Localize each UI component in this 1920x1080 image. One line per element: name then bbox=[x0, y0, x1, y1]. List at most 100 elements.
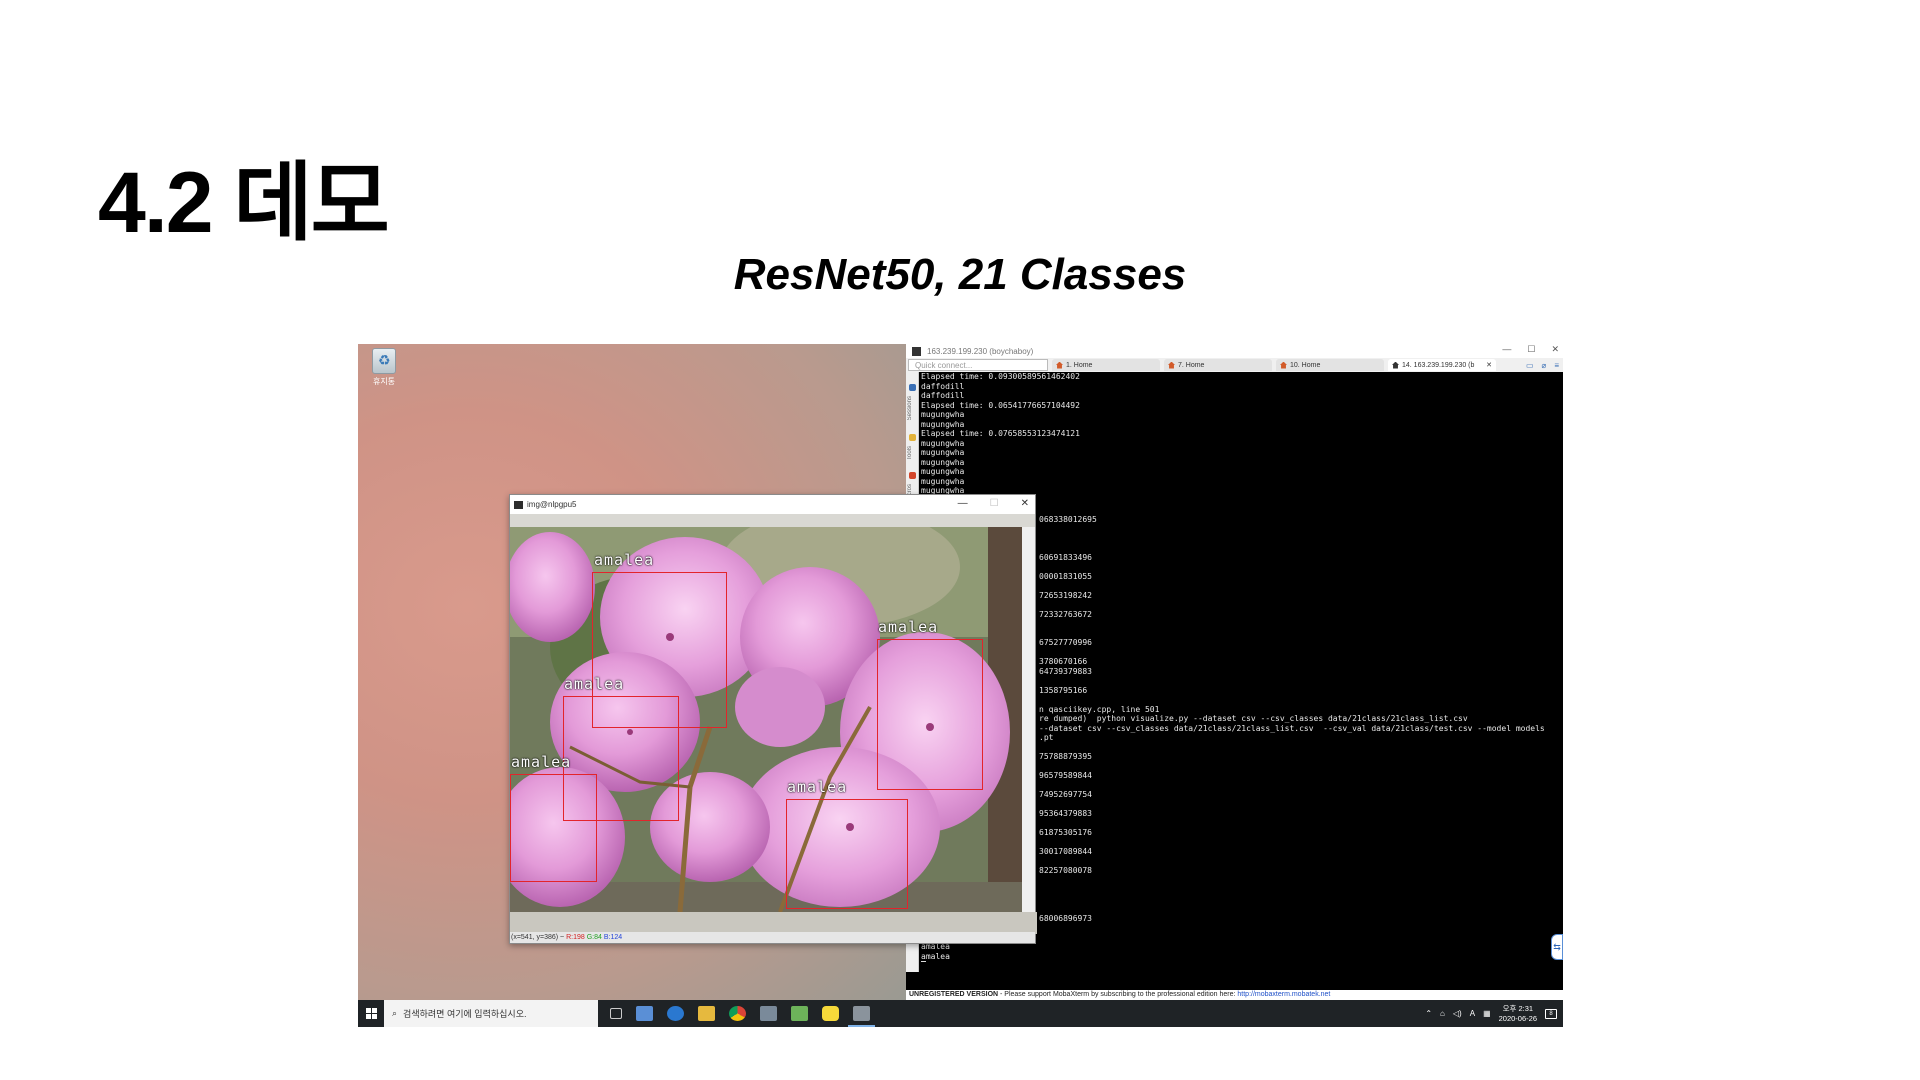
kakaotalk-icon[interactable] bbox=[822, 1006, 839, 1021]
people-icon[interactable] bbox=[636, 1006, 653, 1021]
detection-label: amalea bbox=[787, 778, 848, 796]
terminal-line: mugungwha bbox=[921, 438, 965, 448]
tab-label: 10. Home bbox=[1290, 361, 1321, 369]
remote-desktop-icon[interactable] bbox=[760, 1006, 777, 1021]
star-icon bbox=[909, 434, 916, 441]
menu-icon[interactable]: ≡ bbox=[1554, 361, 1559, 370]
start-button[interactable] bbox=[358, 1000, 384, 1027]
clock-date: 2020-06-26 bbox=[1498, 1013, 1537, 1023]
keyboard-icon[interactable]: ▦ bbox=[1483, 1009, 1491, 1018]
home-icon bbox=[1056, 361, 1063, 369]
home-icon bbox=[1168, 361, 1175, 369]
slide-title: 4.2 데모 bbox=[98, 155, 390, 251]
maximize-icon[interactable]: ☐ bbox=[990, 498, 999, 509]
terminal-window-title: 163.239.199.230 (boychaboy) bbox=[927, 346, 1034, 356]
image-viewer-title: img@nlpgpu5 bbox=[527, 500, 577, 509]
detection-label: amalea bbox=[594, 551, 655, 569]
terminal-line: mugungwha bbox=[921, 419, 965, 429]
taskbar: ⌕ 검색하려면 여기에 입력하십시오. ⌃ ⌂ ◁) A ▦ 오후 2:31 2… bbox=[358, 1000, 1563, 1027]
volume-icon[interactable]: ◁) bbox=[1453, 1009, 1462, 1018]
search-placeholder: 검색하려면 여기에 입력하십시오. bbox=[403, 1009, 527, 1019]
detection-label: amalea bbox=[878, 618, 939, 636]
terminal-cursor-line bbox=[921, 961, 1563, 962]
image-viewer-window: img@nlpgpu5 — ☐ ✕ amalea amalea amalea a… bbox=[509, 494, 1037, 944]
clock-time: 오후 2:31 bbox=[1502, 1003, 1534, 1013]
terminal-titlebar[interactable]: 163.239.199.230 (boychaboy) — ☐ ✕ bbox=[906, 344, 1563, 358]
tab-label: 1. Home bbox=[1066, 361, 1093, 369]
terminal-line: mugungwha bbox=[921, 457, 965, 467]
terminal-app-icon bbox=[912, 346, 921, 356]
terminal-line: Elapsed time: 0.09300589561462402 bbox=[921, 372, 1080, 381]
tab-session-14[interactable]: 14. 163.239.199.230 (b ✕ bbox=[1388, 359, 1496, 371]
tab-home-7[interactable]: 7. Home bbox=[1164, 359, 1272, 371]
terminal-line: daffodill bbox=[921, 391, 965, 400]
detection-box bbox=[877, 639, 983, 790]
pixel-g-value: G:84 bbox=[586, 934, 602, 941]
terminal-tab-icon bbox=[1392, 361, 1399, 369]
terminal-line: amalea bbox=[921, 951, 950, 961]
terminal-tabbar: Quick connect... 1. Home 7. Home 10. Hom… bbox=[906, 358, 1563, 372]
recycle-bin-shortcut[interactable]: 휴지통 bbox=[366, 348, 402, 387]
pixel-b-value: B:124 bbox=[603, 934, 623, 941]
task-view-icon[interactable] bbox=[610, 1008, 622, 1019]
terminal-statusbar: UNREGISTERED VERSION - Please support Mo… bbox=[906, 990, 1563, 1000]
recycle-bin-icon bbox=[372, 348, 396, 374]
tab-home-1[interactable]: 1. Home bbox=[1052, 359, 1160, 371]
close-icon[interactable]: ✕ bbox=[1021, 498, 1029, 509]
image-viewer-titlebar[interactable]: img@nlpgpu5 — ☐ ✕ bbox=[510, 495, 1035, 514]
terminal-line: Elapsed time: 0.06541776657104492 bbox=[921, 400, 1080, 410]
file-explorer-icon[interactable] bbox=[698, 1006, 715, 1021]
terminal-line: daffodill bbox=[921, 381, 965, 391]
taskbar-clock[interactable]: 오후 2:31 2020-06-26 bbox=[1499, 1004, 1537, 1024]
edge-browser-icon[interactable] bbox=[667, 1006, 684, 1021]
detection-image[interactable]: amalea amalea amalea amalea amalea bbox=[510, 527, 1022, 912]
tools-icon bbox=[909, 472, 916, 479]
sidebar-tab-sessions[interactable]: Sessions bbox=[907, 396, 913, 420]
quick-connect-input[interactable]: Quick connect... bbox=[908, 359, 1048, 371]
terminal-line: mugungwha bbox=[921, 476, 965, 486]
network-icon[interactable]: ⌂ bbox=[1440, 1009, 1445, 1018]
floating-side-icon[interactable]: ⇆ bbox=[1551, 934, 1563, 960]
windows-logo-icon bbox=[365, 1008, 377, 1019]
terminal-line: mugungwha bbox=[921, 448, 965, 457]
image-viewer-taskbar-icon[interactable] bbox=[848, 1006, 875, 1027]
image-viewer-background bbox=[510, 912, 1037, 934]
detection-label: amalea bbox=[511, 753, 572, 771]
notification-center-icon[interactable]: 8 bbox=[1545, 1008, 1557, 1019]
close-tab-icon[interactable]: ✕ bbox=[1486, 361, 1492, 369]
taskbar-search-input[interactable]: ⌕ 검색하려면 여기에 입력하십시오. bbox=[384, 1000, 598, 1027]
tray-chevron-icon[interactable]: ⌃ bbox=[1425, 1009, 1432, 1018]
pixel-coords: (x=541, y=386) ~ bbox=[511, 934, 565, 941]
maximize-icon[interactable]: ☐ bbox=[1527, 344, 1535, 355]
ime-indicator[interactable]: A bbox=[1470, 1009, 1475, 1018]
attach-icon[interactable]: ⌀ bbox=[1542, 361, 1547, 370]
sidebar-collapse-icon[interactable] bbox=[909, 384, 916, 391]
close-icon[interactable]: ✕ bbox=[1551, 344, 1559, 355]
terminal-line: mugungwha bbox=[921, 467, 965, 476]
image-viewer-toolbar bbox=[510, 514, 1035, 527]
unregistered-label: UNREGISTERED VERSION bbox=[909, 991, 999, 998]
status-message: - Please support MobaXterm by subscribin… bbox=[998, 991, 1236, 998]
image-viewer-statusbar: (x=541, y=386) ~ R:198 G:84 B:124 bbox=[510, 932, 1035, 943]
detection-label: amalea bbox=[564, 675, 625, 693]
new-tab-icon[interactable]: ▭ bbox=[1526, 361, 1534, 370]
terminal-line: Elapsed time: 0.07658553123474121 bbox=[921, 429, 1080, 438]
detection-box bbox=[510, 774, 597, 882]
slide-subtitle: ResNet50, 21 Classes bbox=[733, 250, 1187, 299]
detection-box bbox=[786, 799, 908, 909]
terminal-app-icon[interactable] bbox=[791, 1006, 808, 1021]
home-icon bbox=[1280, 361, 1287, 369]
system-tray: ⌃ ⌂ ◁) A ▦ 오후 2:31 2020-06-26 8 bbox=[1425, 1000, 1557, 1027]
screenshot: 휴지통 163.239.199.230 (boychaboy) — ☐ ✕ Qu… bbox=[358, 344, 1563, 1027]
mobaxterm-link[interactable]: http://mobaxterm.mobatek.net bbox=[1237, 991, 1330, 998]
chrome-icon[interactable] bbox=[729, 1006, 746, 1021]
minimize-icon[interactable]: — bbox=[958, 498, 968, 509]
tab-home-10[interactable]: 10. Home bbox=[1276, 359, 1384, 371]
minimize-icon[interactable]: — bbox=[1502, 344, 1511, 355]
terminal-line: mugungwha bbox=[921, 410, 965, 419]
tab-label: 7. Home bbox=[1178, 361, 1205, 369]
image-viewer-app-icon bbox=[514, 500, 523, 509]
sidebar-tab-tools[interactable]: Tools bbox=[907, 446, 913, 460]
terminal-cursor bbox=[921, 961, 926, 962]
search-icon: ⌕ bbox=[392, 1008, 398, 1018]
